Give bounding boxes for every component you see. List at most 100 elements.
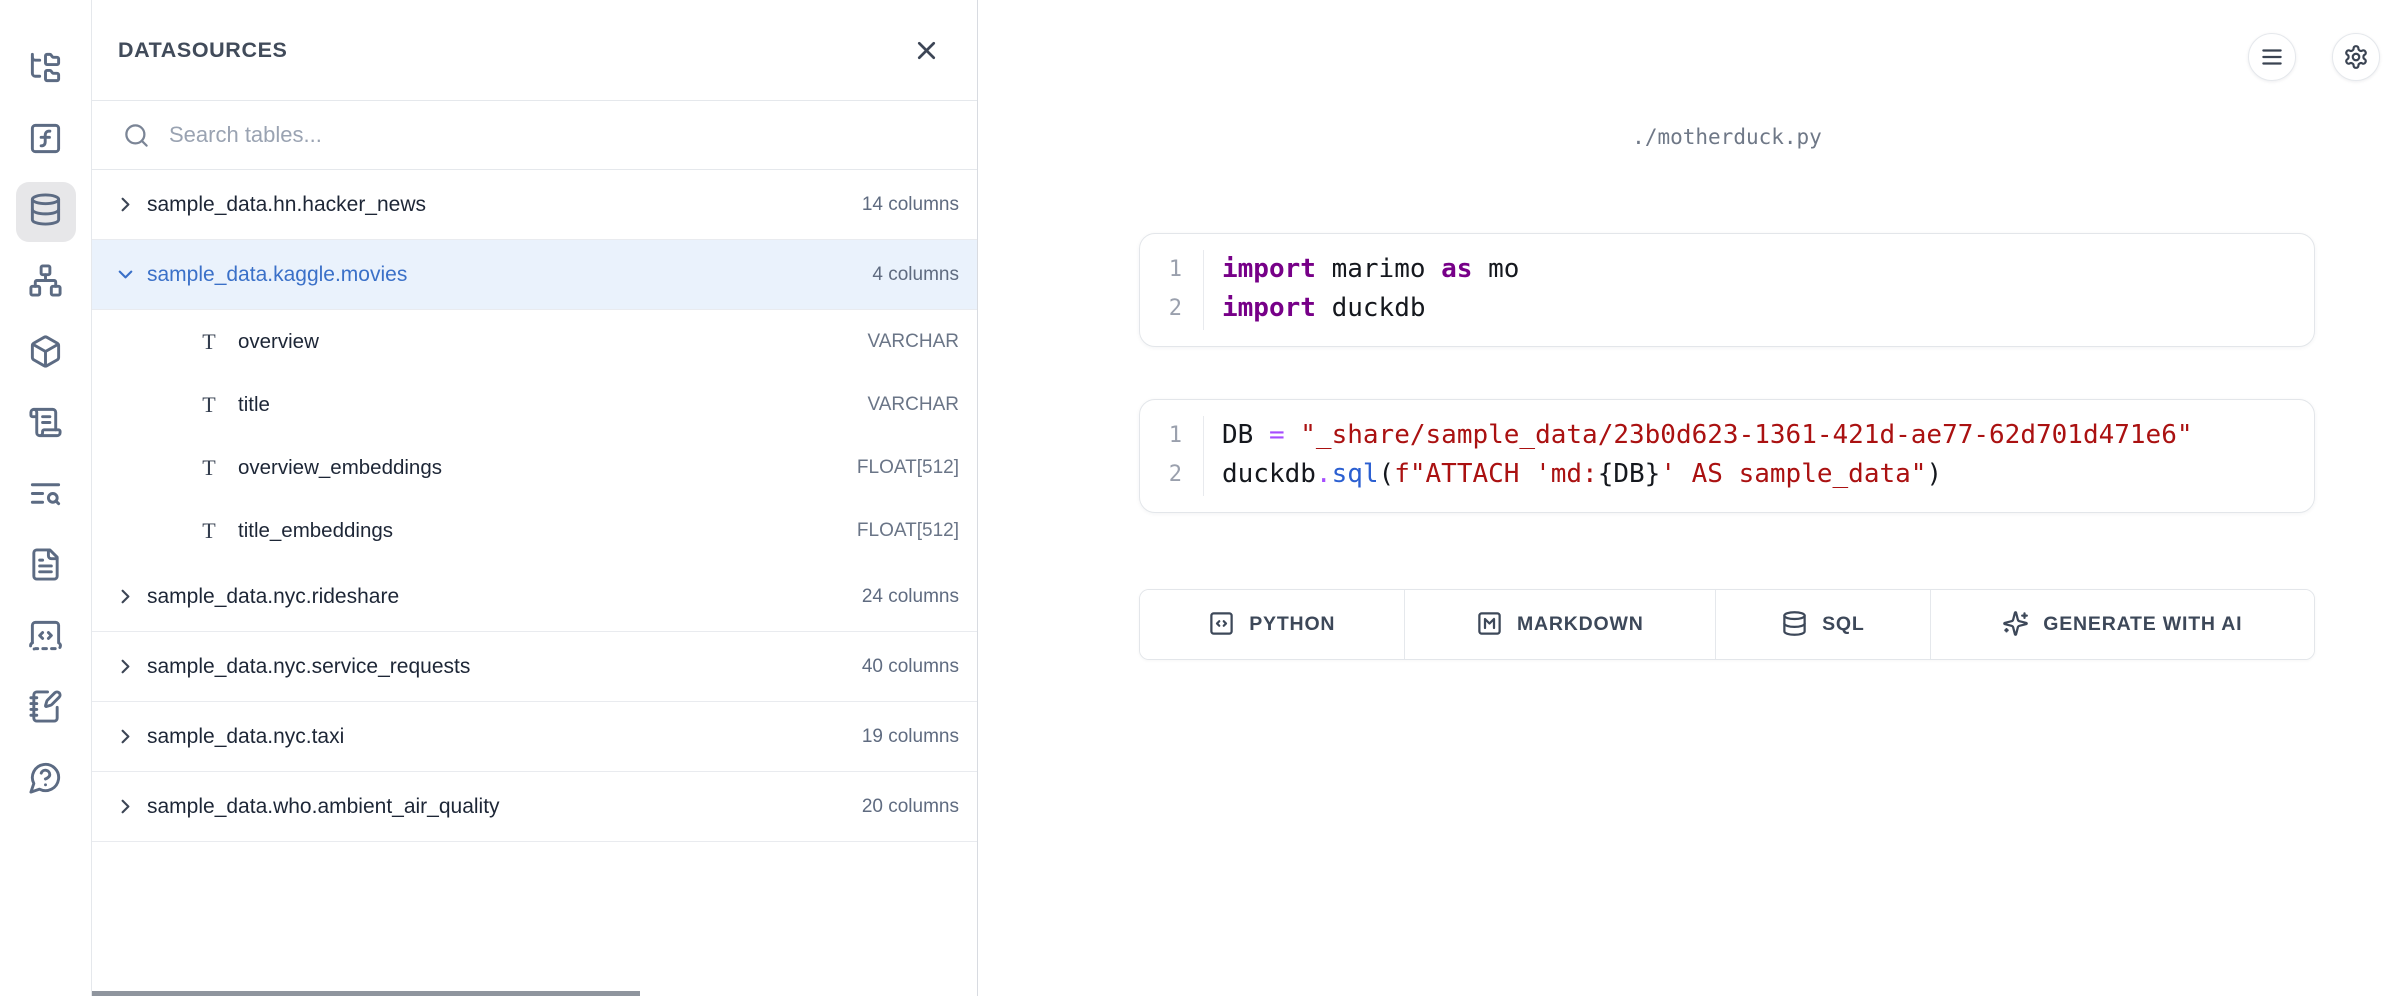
code-line: duckdb.sql(f"ATTACH 'md:{DB}' AS sample_… (1222, 455, 2314, 494)
add-cell-button-markdown[interactable]: MARKDOWN (1404, 590, 1715, 659)
sidebar-item-files[interactable] (16, 40, 76, 100)
add-cell-button-label: PYTHON (1249, 613, 1335, 636)
column-row[interactable]: Ttitle_embeddingsFLOAT[512] (92, 499, 977, 562)
line-number-gutter: 12 (1140, 250, 1204, 330)
sidebar-item-packages[interactable] (16, 324, 76, 384)
sparkles-icon (2002, 610, 2029, 640)
line-number: 2 (1140, 455, 1203, 494)
sidebar-item-outline[interactable] (16, 395, 76, 455)
square-function-icon (28, 121, 63, 161)
notebook-filename[interactable]: ./motherduck.py (1139, 125, 2315, 149)
scroll-text-icon (28, 405, 63, 445)
column-type: FLOAT[512] (857, 457, 959, 479)
table-name: sample_data.nyc.service_requests (147, 655, 848, 679)
menu-button[interactable] (2248, 33, 2296, 81)
line-number: 2 (1140, 289, 1203, 328)
horizontal-scrollbar[interactable] (92, 991, 640, 996)
notebook-pen-icon (28, 689, 63, 729)
sidebar-item-documentation[interactable] (16, 537, 76, 597)
sidebar-item-datasources[interactable] (16, 182, 76, 242)
database-icon (28, 192, 63, 232)
column-row[interactable]: TtitleVARCHAR (92, 373, 977, 436)
line-number: 1 (1140, 250, 1203, 289)
column-name: overview_embeddings (238, 456, 857, 480)
message-circle-question-icon (28, 760, 63, 800)
table-name: sample_data.nyc.rideshare (147, 585, 848, 609)
sidebar-item-variables[interactable] (16, 111, 76, 171)
panel-title: DATASOURCES (118, 38, 287, 63)
table-column-count: 20 columns (862, 796, 959, 818)
chevron-right-icon (114, 585, 137, 608)
database-icon (1781, 610, 1808, 640)
line-number: 1 (1140, 416, 1203, 455)
table-name: sample_data.who.ambient_air_quality (147, 795, 848, 819)
chevron-right-icon (114, 725, 137, 748)
add-cell-button-python[interactable]: PYTHON (1140, 590, 1404, 659)
table-name: sample_data.kaggle.movies (147, 263, 858, 287)
code-cell: 12 DB = "_share/sample_data/23b0d623-1361… (1139, 399, 2315, 513)
network-icon (28, 263, 63, 303)
panel-header: DATASOURCES (92, 0, 977, 101)
close-panel-button[interactable] (909, 33, 943, 67)
column-row[interactable]: Toverview_embeddingsFLOAT[512] (92, 436, 977, 499)
table-row[interactable]: sample_data.nyc.taxi19 columns (92, 702, 977, 772)
table-name: sample_data.hn.hacker_news (147, 193, 848, 217)
sidebar-item-dependencies[interactable] (16, 253, 76, 313)
settings-button[interactable] (2332, 33, 2380, 81)
add-cell-button-generate-with-ai[interactable]: GENERATE WITH AI (1930, 590, 2314, 659)
column-row[interactable]: ToverviewVARCHAR (92, 310, 977, 373)
chevron-down-icon (114, 263, 137, 286)
column-name: title_embeddings (238, 519, 857, 543)
folder-tree-icon (28, 50, 63, 90)
column-name: overview (238, 330, 868, 354)
sidebar-item-logs[interactable] (16, 466, 76, 526)
column-type: VARCHAR (868, 394, 960, 416)
column-type-icon: T (197, 329, 221, 355)
column-type-icon: T (197, 392, 221, 418)
code-line: import duckdb (1222, 289, 2314, 328)
table-row[interactable]: sample_data.nyc.service_requests 40 colum… (92, 632, 977, 702)
table-list: sample_data.hn.hacker_news14 columnssamp… (92, 170, 977, 842)
add-cell-button-label: MARKDOWN (1517, 613, 1644, 636)
add-cell-toolbar: PYTHON MARKDOWN SQL GENERATE WITH AI (1139, 589, 2315, 660)
sidebar-item-snippets[interactable] (16, 608, 76, 668)
text-search-icon (28, 476, 63, 516)
add-cell-button-sql[interactable]: SQL (1715, 590, 1930, 659)
square-dashed-bottom-code-icon (28, 618, 63, 658)
square-m-icon (1476, 610, 1503, 640)
column-type-icon: T (197, 455, 221, 481)
search-bar (92, 101, 977, 170)
datasources-panel: DATASOURCES sample_data.hn.hacker_news 14… (92, 0, 978, 996)
square-code-icon (1208, 610, 1235, 640)
code-cell: 12import marimo as moimport duckdb (1139, 233, 2315, 347)
chevron-right-icon (114, 795, 137, 818)
code-editor[interactable]: DB = "_share/sample_data/23b0d623-1361-4… (1204, 416, 2314, 496)
table-column-count: 4 columns (872, 264, 959, 286)
table-column-count: 14 columns (862, 194, 959, 216)
column-name: title (238, 393, 868, 417)
code-line: DB = "_share/sample_data/23b0d623-1361-4… (1222, 416, 2314, 455)
notebook-area: ./motherduck.py 12import marimo as moimp… (978, 0, 2399, 996)
add-cell-button-label: GENERATE WITH AI (2043, 613, 2242, 636)
sidebar-item-help[interactable] (16, 750, 76, 810)
table-row[interactable]: sample_data.hn.hacker_news 14 columns (92, 170, 977, 240)
chevron-right-icon (114, 655, 137, 678)
table-row[interactable]: sample_data.who.ambient_air_quality 20 co… (92, 772, 977, 842)
table-row[interactable]: sample_data.kaggle.movies 4 columns (92, 240, 977, 310)
table-column-count: 24 columns (862, 586, 959, 608)
search-input[interactable] (167, 121, 957, 149)
table-name: sample_data.nyc.taxi (147, 725, 848, 749)
column-type: VARCHAR (868, 331, 960, 353)
activity-bar (0, 0, 92, 996)
code-editor[interactable]: import marimo as moimport duckdb (1204, 250, 2314, 330)
box-icon (28, 334, 63, 374)
line-number-gutter: 12 (1140, 416, 1204, 496)
sidebar-item-scratchpad[interactable] (16, 679, 76, 739)
table-row[interactable]: sample_data.nyc.rideshare 24 columns (92, 562, 977, 632)
table-column-count: 40 columns (862, 656, 959, 678)
add-cell-button-label: SQL (1822, 613, 1865, 636)
code-line: import marimo as mo (1222, 250, 2314, 289)
file-text-icon (28, 547, 63, 587)
column-type-icon: T (197, 518, 221, 544)
chevron-right-icon (114, 193, 137, 216)
